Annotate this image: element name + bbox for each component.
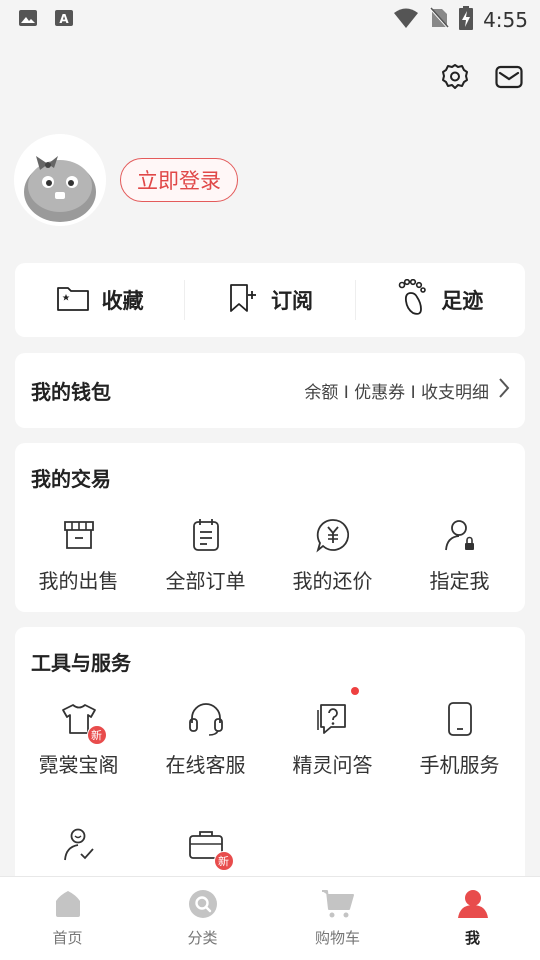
mail-icon <box>495 65 523 93</box>
tab-me-label: 我 <box>464 929 480 947</box>
battery-charging-icon <box>459 6 474 34</box>
assigned-to-me-item[interactable]: 指定我 <box>396 515 523 594</box>
tshirt-icon: 新 <box>59 699 107 745</box>
tools-grid-row2: 新 <box>15 825 525 871</box>
user-icon <box>457 889 489 923</box>
tools-row2-item-1[interactable] <box>15 825 142 865</box>
new-badge: 新 <box>213 851 234 871</box>
my-bargain-item[interactable]: 我的还价 <box>269 515 396 594</box>
all-orders-label: 全部订单 <box>165 569 246 593</box>
subscriptions-link[interactable]: 订阅 <box>184 280 354 320</box>
phone-service-label: 手机服务 <box>419 753 500 777</box>
phone-icon <box>440 699 480 739</box>
bookmark-plus-icon <box>227 282 259 318</box>
top-actions <box>440 64 524 94</box>
trade-grid: 我的出售 全部订单 我的还价 指定我 <box>15 515 525 594</box>
svg-text:A: A <box>59 12 69 26</box>
online-support-item[interactable]: 在线客服 <box>142 699 269 778</box>
shop-icon <box>59 515 99 555</box>
profile-header: 立即登录 <box>14 134 238 226</box>
wallet-card[interactable]: 我的钱包 余额 I 优惠券 I 收支明细 <box>15 353 525 428</box>
person-check-icon <box>59 825 99 865</box>
trade-title: 我的交易 <box>31 467 111 491</box>
person-lock-icon <box>440 515 480 555</box>
tab-home[interactable]: 首页 <box>0 877 135 960</box>
online-support-label: 在线客服 <box>165 753 246 777</box>
no-sim-icon <box>429 7 449 33</box>
wardrobe-item[interactable]: 新 霓裳宝阁 <box>15 699 142 778</box>
avatar[interactable] <box>14 134 106 226</box>
tab-category[interactable]: 分类 <box>135 877 270 960</box>
headset-icon <box>186 699 226 739</box>
wifi-icon <box>393 7 419 33</box>
wallet-title: 我的钱包 <box>31 380 111 404</box>
settings-button[interactable] <box>440 64 470 94</box>
message-button[interactable] <box>494 64 524 94</box>
tab-home-label: 首页 <box>52 929 83 947</box>
image-notification-icon <box>18 8 38 32</box>
assigned-to-me-label: 指定我 <box>429 569 490 593</box>
qa-label: 精灵问答 <box>292 753 373 777</box>
my-sales-label: 我的出售 <box>38 569 119 593</box>
question-chat-icon <box>313 687 359 739</box>
tab-category-label: 分类 <box>187 929 218 947</box>
all-orders-item[interactable]: 全部订单 <box>142 515 269 594</box>
my-sales-item[interactable]: 我的出售 <box>15 515 142 594</box>
tools-grid: 新 霓裳宝阁 在线客服 精灵问答 手机服务 <box>15 687 525 778</box>
chevron-right-icon <box>497 377 511 404</box>
tab-me[interactable]: 我 <box>405 877 540 960</box>
tools-row2-item-2[interactable]: 新 <box>142 825 269 871</box>
search-category-icon <box>188 889 218 923</box>
new-badge: 新 <box>86 725 107 745</box>
tools-title: 工具与服务 <box>31 651 131 675</box>
cart-icon <box>321 889 355 923</box>
trade-card: 我的交易 我的出售 全部订单 我的还价 指定我 <box>15 443 525 612</box>
footprint-icon <box>397 278 429 321</box>
my-bargain-label: 我的还价 <box>292 569 373 593</box>
tab-cart[interactable]: 购物车 <box>270 877 405 960</box>
qa-item[interactable]: 精灵问答 <box>269 687 396 778</box>
order-list-icon <box>186 515 226 555</box>
quick-links-card: 收藏 订阅 足迹 <box>15 263 525 337</box>
footprints-link[interactable]: 足迹 <box>354 278 525 321</box>
home-icon <box>53 889 83 923</box>
gear-icon <box>441 63 469 95</box>
favorites-link[interactable]: 收藏 <box>15 280 184 320</box>
notification-dot <box>350 687 359 695</box>
favorites-label: 收藏 <box>101 289 144 313</box>
yuan-bubble-icon <box>313 515 353 555</box>
phone-service-item[interactable]: 手机服务 <box>396 699 523 778</box>
folder-star-icon <box>56 284 90 316</box>
wardrobe-label: 霓裳宝阁 <box>38 753 119 777</box>
wallet-summary: 余额 I 优惠券 I 收支明细 <box>304 377 511 404</box>
wallet-summary-text: 余额 I 优惠券 I 收支明细 <box>304 383 489 403</box>
subscriptions-label: 订阅 <box>270 289 313 313</box>
bottom-tab-bar: 首页 分类 购物车 我 <box>0 876 540 960</box>
briefcase-icon: 新 <box>186 825 234 871</box>
font-notification-icon: A <box>54 8 74 32</box>
status-bar: A 4:55 <box>0 0 540 36</box>
tab-cart-label: 购物车 <box>314 929 360 947</box>
footprints-label: 足迹 <box>441 289 484 313</box>
status-time: 4:55 <box>483 8 528 32</box>
tools-card: 工具与服务 新 霓裳宝阁 在线客服 精灵问答 手机服务 新 <box>15 627 525 887</box>
login-button[interactable]: 立即登录 <box>120 158 238 202</box>
mascot-avatar-icon <box>14 134 106 226</box>
